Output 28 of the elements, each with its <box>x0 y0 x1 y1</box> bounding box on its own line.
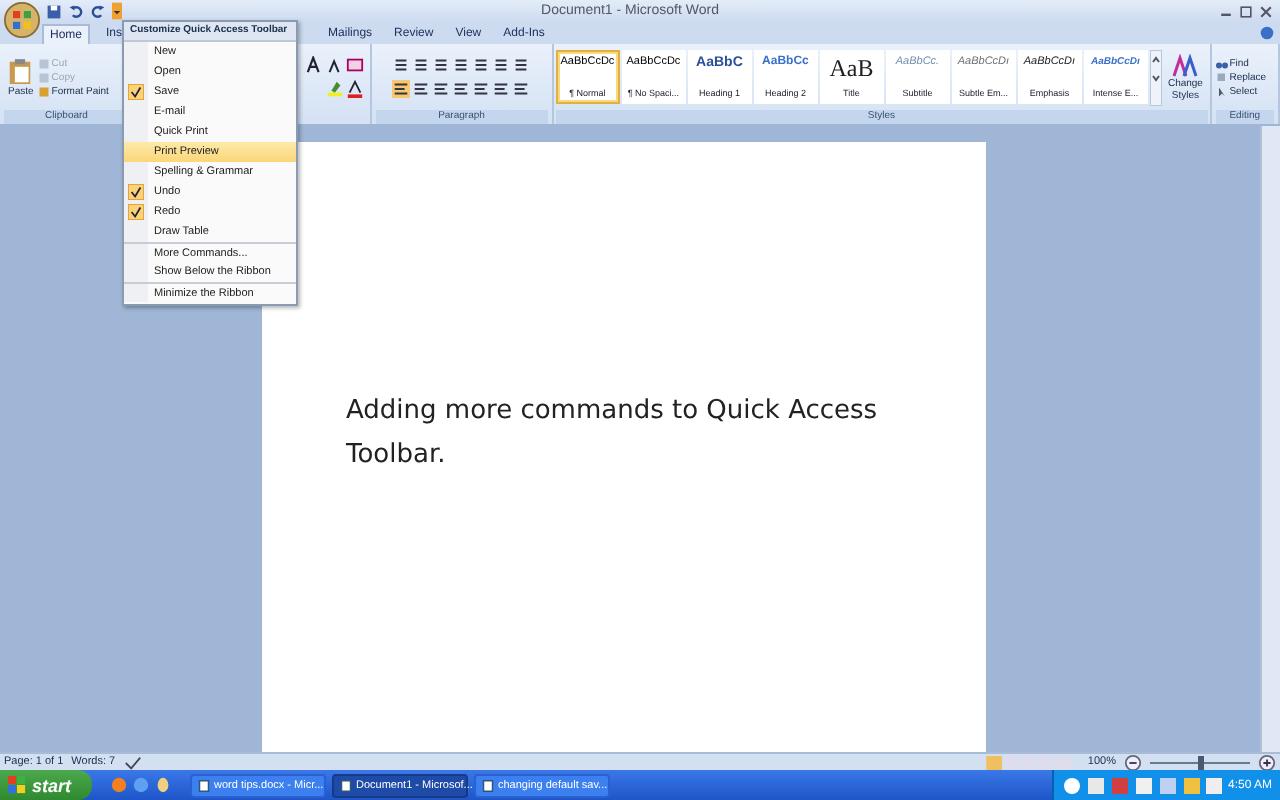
document-text: Adding more commands to Quick Access Toolbar. <box>346 394 880 474</box>
binoculars-icon <box>1215 57 1228 69</box>
clipboard-icon <box>8 57 33 85</box>
document-icon <box>482 779 494 791</box>
maximize-icon[interactable] <box>1238 3 1254 19</box>
font-color-icon[interactable] <box>345 80 364 98</box>
zoom-out-icon[interactable] <box>1124 753 1142 771</box>
shrink-font-icon[interactable] <box>325 56 344 74</box>
customize-toolbar-icon[interactable] <box>112 2 122 20</box>
styles-letters-icon <box>1171 53 1200 77</box>
close-icon[interactable] <box>1258 3 1274 19</box>
grow-font-icon[interactable] <box>305 56 324 74</box>
document-icon <box>198 779 210 791</box>
windows-flag-icon <box>8 776 26 794</box>
save-icon[interactable] <box>46 3 62 19</box>
undo-icon[interactable] <box>68 3 84 19</box>
align-left-icon[interactable] <box>392 80 411 98</box>
redo-icon[interactable] <box>90 3 106 19</box>
document-icon <box>340 779 352 791</box>
proofing-icon[interactable] <box>123 753 142 771</box>
vertical-scrollbar[interactable] <box>1260 126 1280 752</box>
start-button[interactable]: start <box>0 770 92 800</box>
zoom-slider-thumb[interactable] <box>1198 755 1204 769</box>
pointer-icon <box>1215 85 1228 97</box>
zoom-in-icon[interactable] <box>1258 753 1276 771</box>
clear-formatting-icon[interactable] <box>345 56 364 74</box>
tray-icons-drawing[interactable] <box>1061 775 1222 795</box>
gallery-scroll-icon[interactable] <box>1149 49 1162 105</box>
